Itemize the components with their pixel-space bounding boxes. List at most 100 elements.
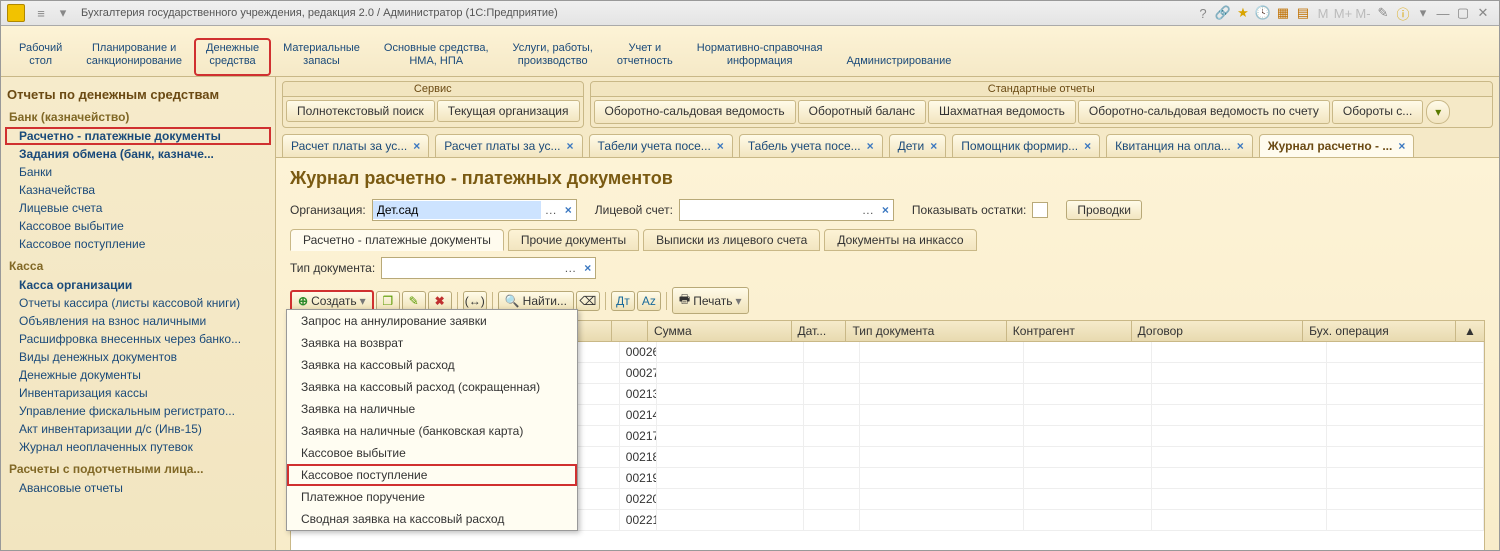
table-column-header[interactable]: Контрагент (1007, 321, 1132, 341)
nav-tab[interactable]: Нормативно-справочнаяинформация (685, 38, 835, 76)
left-item[interactable]: Казначейства (5, 181, 271, 199)
max-icon[interactable]: ▢ (1455, 5, 1471, 21)
nav-tab[interactable]: Основные средства,НМА, НПА (372, 38, 501, 76)
star-icon[interactable]: ★ (1235, 5, 1251, 21)
left-item[interactable]: Расчетно - платежные документы (5, 127, 271, 145)
left-item[interactable]: Кассовое поступление (5, 235, 271, 253)
dropdown-item[interactable]: Заявка на возврат (287, 332, 577, 354)
link-icon[interactable]: 🔗 (1215, 5, 1231, 21)
doctype-ellipsis-icon[interactable]: … (560, 261, 580, 275)
sub-tab[interactable]: Расчетно - платежные документы (290, 229, 504, 251)
doc-tab[interactable]: Помощник формир...× (952, 134, 1100, 157)
left-item[interactable]: Денежные документы (5, 366, 271, 384)
org-clear-icon[interactable]: × (561, 203, 576, 217)
print-button[interactable]: 🖶 Печать ▾ (672, 287, 749, 314)
tab-close-icon[interactable]: × (930, 139, 937, 153)
left-item[interactable]: Авансовые отчеты (5, 479, 271, 497)
dropdown-item[interactable]: Заявка на кассовый расход (сокращенная) (287, 376, 577, 398)
dropdown-item[interactable]: Платежное поручение (287, 486, 577, 508)
min-icon[interactable]: — (1435, 5, 1451, 21)
doc-tab[interactable]: Расчет платы за ус...× (435, 134, 582, 157)
tab-close-icon[interactable]: × (717, 139, 724, 153)
dropdown-item[interactable]: Заявка на наличные (банковская карта) (287, 420, 577, 442)
nav-tab[interactable]: Услуги, работы,производство (501, 38, 605, 76)
help-icon[interactable]: ? (1195, 5, 1211, 21)
more-reports-icon[interactable]: ▾ (1426, 100, 1450, 124)
dropdown-item[interactable]: Кассовое выбытие (287, 442, 577, 464)
dropdown-item[interactable]: Сводная заявка на кассовый расход (287, 508, 577, 530)
dropdown-item[interactable]: Запрос на аннулирование заявки (287, 310, 577, 332)
tab-close-icon[interactable]: × (1237, 139, 1244, 153)
left-item[interactable]: Кассовое выбытие (5, 217, 271, 235)
mminus-icon[interactable]: M- (1355, 5, 1371, 21)
tab-close-icon[interactable]: × (1398, 139, 1405, 153)
nav-tab[interactable]: Рабочийстол (7, 38, 74, 76)
report-button[interactable]: Оборотный баланс (798, 100, 926, 124)
left-item[interactable]: Виды денежных документов (5, 348, 271, 366)
delete-button[interactable]: ✖ (428, 291, 452, 311)
m-icon[interactable]: M (1315, 5, 1331, 21)
table-column-header[interactable]: Договор (1132, 321, 1304, 341)
doc-tab[interactable]: Журнал расчетно - ...× (1259, 134, 1415, 157)
acct-clear-icon[interactable]: × (878, 203, 893, 217)
left-item[interactable]: Задания обмена (банк, казначе... (5, 145, 271, 163)
report-button[interactable]: Обороты с... (1332, 100, 1423, 124)
table-column-header[interactable]: Дат... (792, 321, 847, 341)
remains-checkbox[interactable] (1032, 202, 1048, 218)
doc-tab[interactable]: Расчет платы за ус...× (282, 134, 429, 157)
tab-close-icon[interactable]: × (1084, 139, 1091, 153)
doc-tab[interactable]: Квитанция на опла...× (1106, 134, 1253, 157)
cal-icon[interactable]: ▤ (1295, 5, 1311, 21)
acct-input[interactable] (680, 201, 858, 219)
wand-icon[interactable]: ✎ (1375, 5, 1391, 21)
left-item[interactable]: Акт инвентаризации д/с (Инв-15) (5, 420, 271, 438)
dropdown-item[interactable]: Кассовое поступление (287, 464, 577, 486)
copy-button[interactable]: ❐ (376, 291, 400, 311)
report-button[interactable]: Оборотно-сальдовая ведомость (594, 100, 796, 124)
table-column-header[interactable] (612, 321, 648, 341)
post-button[interactable]: Дт (611, 291, 635, 311)
table-column-header[interactable]: Тип документа (846, 321, 1006, 341)
nav-tab[interactable]: Учет иотчетность (605, 38, 685, 76)
sub-tab[interactable]: Прочие документы (508, 229, 639, 251)
nav-tab[interactable]: Администрирование (834, 51, 963, 76)
left-item[interactable]: Управление фискальным регистрато... (5, 402, 271, 420)
sub-tab[interactable]: Выписки из лицевого счета (643, 229, 820, 251)
left-item[interactable]: Банки (5, 163, 271, 181)
tab-close-icon[interactable]: × (567, 139, 574, 153)
left-item[interactable]: Расшифровка внесенных через банко... (5, 330, 271, 348)
org-ellipsis-icon[interactable]: … (541, 203, 561, 217)
info-icon[interactable]: ⓘ (1395, 5, 1411, 21)
table-column-header[interactable]: Бух. операция (1303, 321, 1456, 341)
left-item[interactable]: Отчеты кассира (листы кассовой книги) (5, 294, 271, 312)
acct-ellipsis-icon[interactable]: … (858, 203, 878, 217)
left-item[interactable]: Журнал неоплаченных путевок (5, 438, 271, 456)
clock-icon[interactable]: 🕓 (1255, 5, 1271, 21)
dropdown-icon[interactable]: ▾ (55, 5, 71, 21)
nav-tab[interactable]: Планирование исанкционирование (74, 38, 194, 76)
sort-button[interactable]: Аz (637, 291, 661, 311)
left-item[interactable]: Объявления на взнос наличными (5, 312, 271, 330)
find-button[interactable]: 🔍 Найти... (498, 291, 574, 311)
tab-close-icon[interactable]: × (413, 139, 420, 153)
table-column-header[interactable]: Сумма (648, 321, 792, 341)
clear-find-button[interactable]: ⌫ (576, 291, 600, 311)
sub-tab[interactable]: Документы на инкассо (824, 229, 976, 251)
tab-close-icon[interactable]: × (867, 139, 874, 153)
report-button[interactable]: Оборотно-сальдовая ведомость по счету (1078, 100, 1330, 124)
edit-button[interactable]: ✎ (402, 291, 426, 311)
doc-tab[interactable]: Дети× (889, 134, 947, 157)
org-input[interactable] (373, 201, 541, 219)
doc-tab[interactable]: Табели учета посе...× (589, 134, 733, 157)
calc-icon[interactable]: ▦ (1275, 5, 1291, 21)
left-item[interactable]: Инвентаризация кассы (5, 384, 271, 402)
nav-tab[interactable]: Материальныезапасы (271, 38, 372, 76)
dropdown-item[interactable]: Заявка на кассовый расход (287, 354, 577, 376)
dropdown-item[interactable]: Заявка на наличные (287, 398, 577, 420)
doctype-clear-icon[interactable]: × (580, 261, 595, 275)
doc-tab[interactable]: Табель учета посе...× (739, 134, 883, 157)
scroll-up-icon[interactable]: ▲ (1456, 321, 1484, 341)
refresh-button[interactable]: (↔) (463, 291, 487, 311)
close-icon[interactable]: ✕ (1475, 5, 1491, 21)
postings-button[interactable]: Проводки (1066, 200, 1142, 220)
